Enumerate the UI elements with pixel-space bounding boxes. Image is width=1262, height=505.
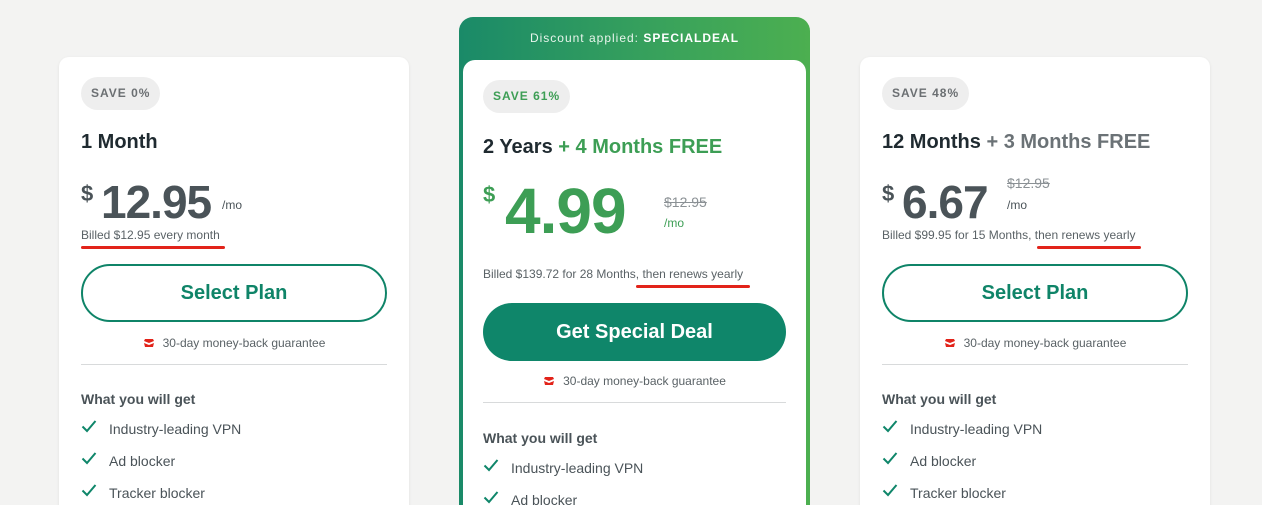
select-plan-button[interactable]: Select Plan xyxy=(882,264,1188,322)
billing-info: Billed $139.72 for 28 Months, then renew… xyxy=(483,267,744,281)
check-icon xyxy=(81,452,97,465)
save-badge: SAVE 0% xyxy=(81,77,161,110)
check-icon xyxy=(483,491,499,504)
price: 6.67 xyxy=(902,176,989,228)
plan-card-12-months: SAVE 48% 12 Months + 3 Months FREE $ 6.6… xyxy=(860,57,1210,505)
divider xyxy=(81,364,387,365)
check-icon xyxy=(81,484,97,497)
check-icon xyxy=(882,484,898,497)
price: 12.95 xyxy=(101,176,212,228)
shield-badge-icon xyxy=(544,377,555,385)
price-row: $ 12.95 /mo xyxy=(81,175,387,235)
plan-card-2-years: SAVE 61% 2 Years + 4 Months FREE $ 4.99 … xyxy=(463,60,806,505)
original-price: $12.95 xyxy=(664,194,707,210)
features-title: What you will get xyxy=(81,391,196,407)
currency-symbol: $ xyxy=(882,181,895,206)
discount-banner: Discount applied: SPECIALDEAL xyxy=(529,31,740,45)
highlight-underline xyxy=(636,285,750,288)
billing-info: Billed $12.95 every month xyxy=(81,228,220,242)
price-row: $ 6.67 $12.95 /mo xyxy=(882,175,1188,235)
discount-code: SPECIALDEAL xyxy=(643,31,740,45)
guarantee-note: 30-day money-back guarantee xyxy=(483,374,786,388)
check-icon xyxy=(81,420,97,433)
per-month: /mo xyxy=(1007,198,1028,212)
currency-symbol: $ xyxy=(81,181,94,206)
guarantee-note: 30-day money-back guarantee xyxy=(882,336,1188,350)
per-month: /mo xyxy=(664,216,685,230)
shield-badge-icon xyxy=(143,339,154,347)
plan-card-1-month: SAVE 0% 1 Month $ 12.95 /mo Billed $12.9… xyxy=(59,57,409,505)
divider xyxy=(882,364,1188,365)
features-title: What you will get xyxy=(483,430,598,446)
check-icon xyxy=(483,459,499,472)
guarantee-note: 30-day money-back guarantee xyxy=(81,336,387,350)
save-badge: SAVE 61% xyxy=(483,80,571,113)
highlight-underline xyxy=(81,246,225,249)
featured-plan-frame: Discount applied: SPECIALDEAL SAVE 61% 2… xyxy=(459,17,810,505)
price-row: $ 4.99 $12.95 /mo xyxy=(483,175,784,258)
price: 4.99 xyxy=(505,175,627,247)
highlight-underline xyxy=(1037,246,1141,249)
currency-symbol: $ xyxy=(483,182,496,207)
plan-title: 12 Months + 3 Months FREE xyxy=(882,131,1151,153)
check-icon xyxy=(882,452,898,465)
shield-badge-icon xyxy=(944,339,955,347)
original-price: $12.95 xyxy=(1007,175,1050,191)
select-plan-button[interactable]: Select Plan xyxy=(81,264,387,322)
features-title: What you will get xyxy=(882,391,997,407)
check-icon xyxy=(882,420,898,433)
per-month: /mo xyxy=(222,198,243,212)
plan-title: 2 Years + 4 Months FREE xyxy=(483,136,723,158)
save-badge: SAVE 48% xyxy=(882,77,970,110)
get-special-deal-button[interactable]: Get Special Deal xyxy=(483,303,786,361)
plan-title: 1 Month xyxy=(81,131,158,153)
billing-info: Billed $99.95 for 15 Months, then renews… xyxy=(882,228,1136,242)
divider xyxy=(483,402,786,403)
